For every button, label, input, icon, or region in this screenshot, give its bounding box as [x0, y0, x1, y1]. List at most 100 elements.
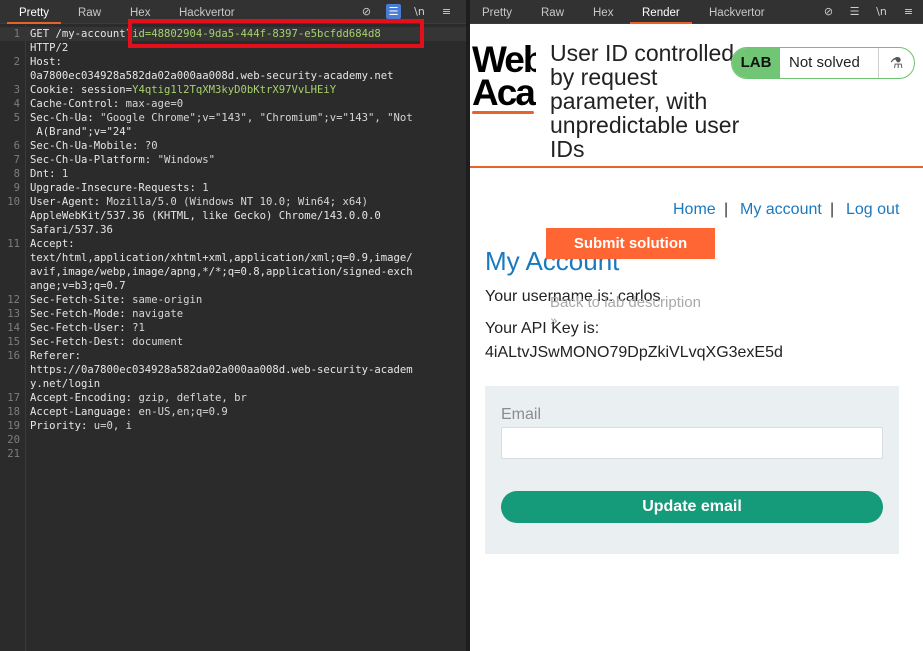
- header-name: User-Agent:: [30, 196, 107, 208]
- header-name: Sec-Fetch-Site:: [30, 294, 133, 306]
- header-value: max-age=0: [125, 98, 184, 110]
- tab-pretty-response[interactable]: Pretty: [482, 0, 512, 24]
- request-line: 4 Cache-Control: max-age=0: [0, 97, 466, 111]
- header-name: AppleWebKit/537.36 (KHTML, like Gecko) C…: [30, 210, 381, 222]
- request-line: 8 Dnt: 1: [0, 167, 466, 181]
- update-email-button[interactable]: Update email: [501, 491, 883, 523]
- line-text: Upgrade-Insecure-Requests: 1: [30, 181, 209, 195]
- rendered-page: Web Aca User ID controlled by request pa…: [470, 25, 923, 651]
- header-name: Host:: [30, 56, 62, 68]
- lab-title: User ID controlled by request parameter,…: [550, 40, 740, 162]
- header-name: Upgrade-Insecure-Requests:: [30, 182, 203, 194]
- tab-pretty[interactable]: Pretty: [6, 0, 62, 24]
- header-value: gzip, deflate, br: [138, 392, 247, 404]
- tab-hackvertor-response[interactable]: Hackvertor: [709, 0, 765, 24]
- header-name: Sec-Ch-Ua-Mobile:: [30, 140, 145, 152]
- line-text: Sec-Ch-Ua: "Google Chrome";v="143", "Chr…: [30, 111, 413, 125]
- line-text: Accept:: [30, 237, 75, 251]
- line-number: 2: [13, 56, 20, 68]
- email-input[interactable]: [501, 427, 883, 459]
- lab-pill: LAB: [732, 48, 780, 78]
- header-value: "Windows": [157, 154, 215, 166]
- line-text: Sec-Fetch-User: ?1: [30, 321, 145, 335]
- lab-status-text: Not solved: [789, 54, 860, 71]
- request-pane: Pretty Raw Hex Hackvertor ⊘ ☰ \n ≡ 1 GET …: [0, 0, 466, 651]
- line-text: Host:: [30, 55, 62, 69]
- request-line: 0a7800ec034928a582da02a000aa008d.web-sec…: [0, 69, 466, 83]
- header-name: GET /my-account?: [30, 28, 133, 40]
- tab-raw-response[interactable]: Raw: [541, 0, 564, 24]
- header-name: Safari/537.36: [30, 224, 113, 236]
- line-number: 4: [13, 98, 20, 110]
- line-text: ange;v=b3;q=0.7: [30, 279, 126, 293]
- line-text: y.net/login: [30, 377, 100, 391]
- header-name: Accept:: [30, 238, 75, 250]
- back-to-lab-link[interactable]: Back to lab description: [550, 294, 701, 311]
- line-number: 12: [7, 294, 20, 306]
- request-line: 18 Accept-Language: en-US,en;q=0.9: [0, 405, 466, 419]
- tab-render[interactable]: Render: [630, 0, 692, 24]
- line-number: 10: [7, 196, 20, 208]
- request-line: 13 Sec-Fetch-Mode: navigate: [0, 307, 466, 321]
- eye-off-icon[interactable]: ⊘: [359, 4, 374, 19]
- request-line: 9 Upgrade-Insecure-Requests: 1: [0, 181, 466, 195]
- header-value: navigate: [132, 308, 184, 320]
- wrap-lines-icon[interactable]: ☰: [847, 4, 862, 19]
- line-text: AppleWebKit/537.36 (KHTML, like Gecko) C…: [30, 209, 381, 223]
- response-tabs: Pretty Raw Hex Render Hackvertor ⊘ ☰ \n …: [470, 0, 923, 24]
- header-name: Sec-Ch-Ua:: [30, 112, 101, 124]
- submit-solution-button[interactable]: Submit solution: [546, 228, 715, 259]
- request-editor[interactable]: 1 GET /my-account?id=48802904-9da5-444f-8…: [0, 25, 466, 651]
- line-text: A(Brand";v="24": [30, 125, 132, 139]
- line-number: 8: [13, 168, 20, 180]
- request-line: 11 Accept:: [0, 237, 466, 251]
- menu-icon[interactable]: ≡: [901, 4, 916, 19]
- header-name: Accept-Encoding:: [30, 392, 139, 404]
- line-number: 1: [13, 28, 20, 40]
- request-line: ange;v=b3;q=0.7: [0, 279, 466, 293]
- nav-home-link[interactable]: Home: [673, 200, 716, 220]
- line-number: 21: [7, 448, 20, 460]
- line-number: 14: [7, 322, 20, 334]
- line-text: avif,image/webp,image/apng,*/*;q=0.8,app…: [30, 265, 413, 279]
- academy-logo: Web Aca: [472, 43, 536, 119]
- line-number: 11: [7, 238, 20, 250]
- nav-my-account-link[interactable]: My account: [740, 200, 822, 220]
- request-line: 2 Host:: [0, 55, 466, 69]
- line-text: Sec-Fetch-Mode: navigate: [30, 307, 183, 321]
- line-number: 15: [7, 336, 20, 348]
- newline-icon[interactable]: \n: [874, 4, 889, 19]
- line-number: 18: [7, 406, 20, 418]
- line-number: 16: [7, 350, 20, 362]
- request-line: https://0a7800ec034928a582da02a000aa008d…: [0, 363, 466, 377]
- line-number: 17: [7, 392, 20, 404]
- highlight-annotation-box: [128, 19, 424, 48]
- line-number: 3: [13, 84, 20, 96]
- header-name: ange;v=b3;q=0.7: [30, 280, 126, 292]
- line-number: 5: [13, 112, 20, 124]
- tab-raw[interactable]: Raw: [78, 0, 101, 24]
- header-divider: [470, 166, 923, 168]
- line-text: Dnt: 1: [30, 167, 68, 181]
- newline-icon[interactable]: \n: [412, 4, 427, 19]
- nav-log-out-link[interactable]: Log out: [846, 200, 899, 220]
- eye-off-icon[interactable]: ⊘: [821, 4, 836, 19]
- header-name: https://0a7800ec034928a582da02a000aa008d…: [30, 364, 413, 376]
- header-value: ?1: [132, 322, 145, 334]
- tab-hex-response[interactable]: Hex: [593, 0, 613, 24]
- line-text: Safari/537.36: [30, 223, 113, 237]
- line-text: Sec-Fetch-Dest: document: [30, 335, 183, 349]
- header-name: Sec-Ch-Ua-Platform:: [30, 154, 158, 166]
- request-line: text/html,application/xhtml+xml,applicat…: [0, 251, 466, 265]
- request-line: y.net/login: [0, 377, 466, 391]
- header-name: Cookie: session=: [30, 84, 133, 96]
- response-pane: Pretty Raw Hex Render Hackvertor ⊘ ☰ \n …: [470, 0, 923, 651]
- api-key-label: Your API Key is:: [485, 320, 600, 337]
- line-number: 20: [7, 434, 20, 446]
- change-email-form: Email Update email: [485, 386, 899, 554]
- request-line: 17 Accept-Encoding: gzip, deflate, br: [0, 391, 466, 405]
- request-line: Safari/537.36: [0, 223, 466, 237]
- header-value: same-origin: [132, 294, 203, 306]
- wrap-lines-icon[interactable]: ☰: [386, 4, 401, 19]
- menu-icon[interactable]: ≡: [439, 4, 454, 19]
